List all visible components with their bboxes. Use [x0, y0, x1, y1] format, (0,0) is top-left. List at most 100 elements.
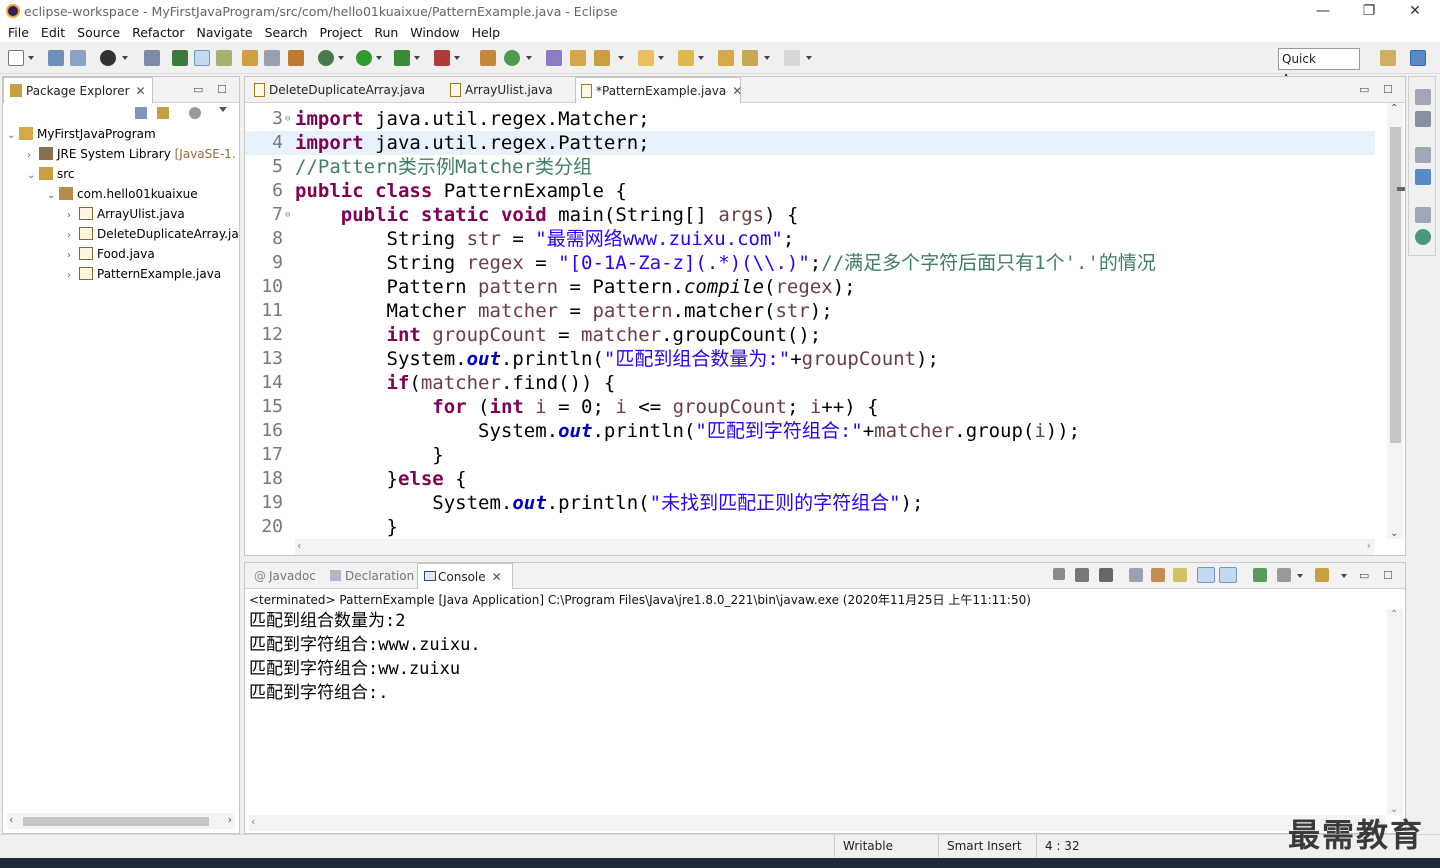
new-java-package-icon[interactable] [480, 50, 496, 66]
outline-icon[interactable] [1415, 169, 1431, 185]
chevron-down-icon[interactable] [122, 56, 128, 60]
menu-file[interactable]: File [2, 25, 35, 40]
chevron-up-icon[interactable]: ⌃ [1390, 609, 1398, 620]
code-line[interactable]: 7 ⊖ public static void main(String[] args… [245, 203, 1375, 227]
chevron-down-icon[interactable] [658, 56, 664, 60]
chevron-down-icon[interactable] [526, 56, 532, 60]
external-tools-icon[interactable] [434, 50, 450, 66]
save-icon[interactable] [48, 50, 64, 66]
code-line[interactable]: 15 for (int i = 0; i <= groupCount; i++)… [245, 395, 1375, 419]
word-wrap-icon[interactable] [288, 50, 304, 66]
chevron-down-icon[interactable] [414, 56, 420, 60]
tree-item-file[interactable]: › Food.java [67, 244, 155, 264]
tree-item-file[interactable]: › PatternExample.java [67, 264, 221, 284]
remove-all-launches-icon[interactable] [1099, 568, 1113, 582]
search-icon[interactable] [594, 50, 610, 66]
console-vertical-scrollbar[interactable]: ⌃ ⌄ [1387, 609, 1403, 815]
chevron-right-icon[interactable]: › [228, 813, 232, 826]
code-line[interactable]: 4 import java.util.regex.Pattern; [245, 131, 1375, 155]
chevron-left-icon[interactable]: ‹ [9, 813, 13, 826]
chevron-down-icon[interactable] [1297, 574, 1303, 578]
minimize-view-icon[interactable]: ▭ [1359, 569, 1369, 582]
new-java-class-icon[interactable] [504, 50, 520, 66]
menu-project[interactable]: Project [314, 25, 369, 40]
code-line[interactable]: 3 ⊖ import java.util.regex.Matcher; [245, 107, 1375, 131]
chevron-right-icon[interactable]: › [1367, 539, 1371, 552]
code-line[interactable]: 20 } [245, 515, 1375, 539]
code-area[interactable]: 3 ⊖ import java.util.regex.Matcher; 4 impor… [245, 105, 1375, 539]
editor-horizontal-scrollbar[interactable]: ‹ › [295, 539, 1375, 555]
restore-icon[interactable] [1415, 147, 1431, 163]
chevron-right-icon[interactable]: › [67, 246, 79, 266]
menu-refactor[interactable]: Refactor [126, 25, 190, 40]
maximize-button[interactable]: ❐ [1346, 0, 1392, 22]
code-line[interactable]: 10 Pattern pattern = Pattern.compile(reg… [245, 275, 1375, 299]
chevron-down-icon[interactable] [454, 56, 460, 60]
tab-delete-duplicate-array[interactable]: DeleteDuplicateArray.java [249, 77, 425, 103]
tab-console[interactable]: Console ✕ [417, 563, 513, 589]
previous-annotation-icon[interactable] [678, 50, 694, 66]
coverage-icon[interactable] [394, 50, 410, 66]
display-console-icon[interactable] [1277, 568, 1291, 582]
skip-breakpoints-icon[interactable] [144, 50, 160, 66]
next-annotation-icon[interactable] [638, 50, 654, 66]
chevron-left-icon[interactable]: ‹ [251, 815, 255, 828]
code-line[interactable]: 19 System.out.println("未找到匹配正则的字符组合"); [245, 491, 1375, 515]
console-horizontal-scrollbar[interactable]: ‹ › [249, 815, 1385, 831]
chevron-down-icon[interactable]: ⌄ [1390, 528, 1398, 539]
open-type-icon[interactable] [172, 50, 188, 66]
tab-declaration[interactable]: Declaration [325, 563, 414, 589]
minimize-view-icon[interactable]: ▭ [193, 83, 203, 96]
tree-item-project[interactable]: ⌄ MyFirstJavaProgram [7, 124, 156, 144]
remove-launch-icon[interactable] [1075, 568, 1089, 582]
close-window-button[interactable]: ✕ [1392, 0, 1438, 22]
java-perspective-icon[interactable] [1410, 50, 1426, 66]
forward-arrow-icon[interactable] [784, 50, 800, 66]
code-line[interactable]: 16 System.out.println("匹配到字符组合:"+matcher… [245, 419, 1375, 443]
code-line[interactable]: 18 }else { [245, 467, 1375, 491]
menu-run[interactable]: Run [368, 25, 404, 40]
git-icon[interactable] [1415, 229, 1431, 245]
maximize-view-icon[interactable]: ☐ [1383, 83, 1393, 96]
chevron-down-icon[interactable]: ⌄ [47, 186, 59, 206]
tab-javadoc[interactable]: @ Javadoc [249, 563, 316, 589]
new-icon[interactable] [8, 50, 24, 66]
back-arrow-icon[interactable] [742, 50, 758, 66]
menu-source[interactable]: Source [71, 25, 126, 40]
scroll-lock-icon[interactable] [1151, 568, 1165, 582]
tab-array-ulist[interactable]: ArrayUlist.java [445, 77, 553, 103]
fold-icon[interactable]: ⊖ [285, 107, 290, 131]
quick-access-input[interactable]: Quick Access [1278, 48, 1360, 86]
code-line[interactable]: 8 String str = "最需网络www.zuixu.com"; [245, 227, 1375, 251]
open-task-icon[interactable] [546, 50, 562, 66]
menu-help[interactable]: Help [466, 25, 507, 40]
scroll-thumb[interactable] [23, 817, 209, 826]
tree-item-src[interactable]: ⌄ src [27, 164, 75, 184]
code-line[interactable]: 14 if(matcher.find()) { [245, 371, 1375, 395]
chevron-down-icon[interactable] [219, 107, 227, 112]
last-edit-location-icon[interactable] [718, 50, 734, 66]
tree-item-file[interactable]: › DeleteDuplicateArray.ja [67, 224, 239, 244]
close-icon[interactable]: ✕ [136, 78, 146, 104]
menu-navigate[interactable]: Navigate [191, 25, 259, 40]
minimize-button[interactable]: — [1300, 0, 1346, 22]
menu-edit[interactable]: Edit [35, 25, 71, 40]
close-icon[interactable]: ✕ [492, 564, 502, 590]
code-line[interactable]: 11 Matcher matcher = pattern.matcher(str… [245, 299, 1375, 323]
chevron-down-icon[interactable]: ⌄ [7, 126, 19, 146]
show-whitespace-icon[interactable] [264, 50, 280, 66]
toggle-mark-occurrences-icon[interactable] [194, 50, 210, 66]
chevron-down-icon[interactable] [698, 56, 704, 60]
console-output[interactable]: 匹配到组合数量为:2 匹配到字符组合:www.zuixu. 匹配到字符组合:ww… [249, 609, 481, 705]
open-console-icon[interactable] [1315, 568, 1329, 582]
maximize-view-icon[interactable]: ☐ [1383, 569, 1393, 582]
view-menu-icon[interactable] [189, 107, 201, 119]
word-wrap-icon[interactable] [1173, 568, 1187, 582]
chevron-down-icon[interactable] [338, 56, 344, 60]
menu-search[interactable]: Search [259, 25, 314, 40]
code-line[interactable]: 9 String regex = "[0-1A-Za-z](.*)(\\.)";… [245, 251, 1375, 275]
minimize-view-icon[interactable]: ▭ [1359, 83, 1369, 96]
chevron-right-icon[interactable]: › [67, 206, 79, 226]
collapse-all-icon[interactable] [135, 107, 147, 119]
save-all-icon[interactable] [70, 50, 86, 66]
